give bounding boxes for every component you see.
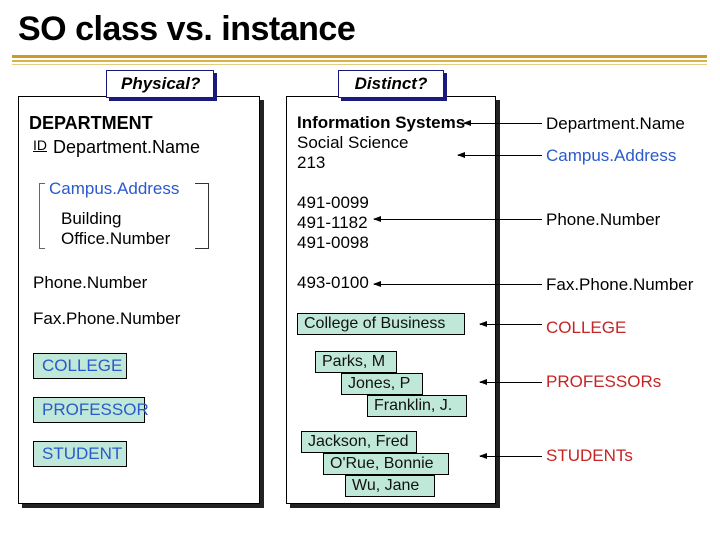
rlabel-students: STUDENTs [546,446,633,466]
attr-campus-address: Campus.Address [49,179,179,199]
diagram-stage: Physical? Distinct? DEPARTMENT ID Depart… [18,70,708,530]
rlabel-fax-phone-number: Fax.Phone.Number [546,275,693,295]
val-student-2: O'Rue, Bonnie [323,453,449,475]
label-id: ID [33,137,47,153]
val-fax: 493-0100 [297,273,369,293]
arrow-deptname [464,123,542,124]
box-college: COLLEGE [33,353,127,379]
val-prof-3: Franklin, J. [367,395,467,417]
rlabel-professors: PROFESSORs [546,372,661,392]
val-prof-2: Jones, P [341,373,423,395]
arrow-professors [480,382,542,383]
label-department: DEPARTMENT [29,113,153,134]
box-professor: PROFESSOR [33,397,145,423]
tab-physical: Physical? [106,70,214,98]
attr-department-name: Department.Name [53,137,200,158]
val-room: 213 [297,153,325,173]
tab-distinct: Distinct? [338,70,444,98]
val-prof-1: Parks, M [315,351,397,373]
val-student-1: Jackson, Fred [301,431,417,453]
arrow-fax [374,284,542,285]
arrow-college [480,324,542,325]
val-college: College of Business [297,313,465,335]
val-student-3: Wu, Jane [345,475,435,497]
title-underline [12,55,707,65]
val-infosys: Information Systems [297,113,465,133]
arrow-students [480,456,542,457]
rlabel-campus-address: Campus.Address [546,146,676,166]
rlabel-phone-number: Phone.Number [546,210,660,230]
bracket-left [39,183,45,249]
bracket-right [195,183,209,249]
val-socsci: Social Science [297,133,409,153]
attr-fax-phone-number: Fax.Phone.Number [33,309,180,329]
arrow-phone [374,219,542,220]
attr-building: Building [61,209,122,229]
slide-title: SO class vs. instance [0,0,720,55]
arrow-campus [458,155,542,156]
attr-phone-number: Phone.Number [33,273,147,293]
val-phone-3: 491-0098 [297,233,369,253]
val-phone-1: 491-0099 [297,193,369,213]
panel-class: DEPARTMENT ID Department.Name Campus.Add… [18,96,260,504]
val-phone-2: 491-1182 [297,213,368,233]
box-student: STUDENT [33,441,127,467]
attr-office-number: Office.Number [61,229,170,249]
rlabel-college: COLLEGE [546,318,626,338]
rlabel-department-name: Department.Name [546,114,685,134]
